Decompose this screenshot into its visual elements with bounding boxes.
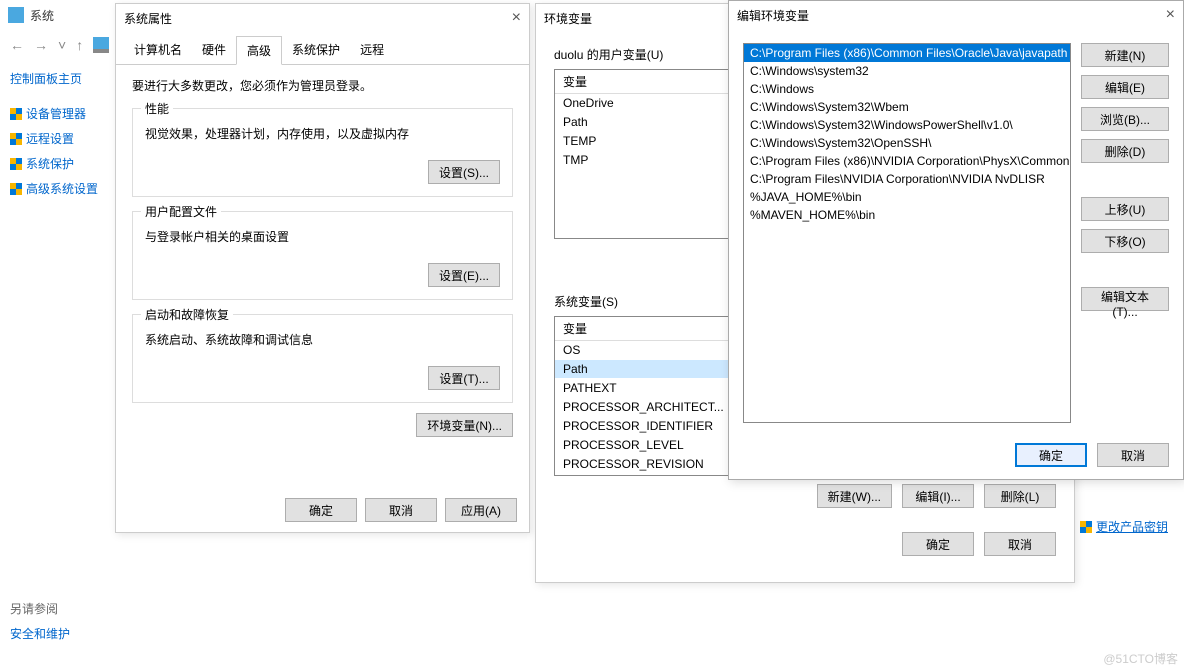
env-ok-button[interactable]: 确定 [902,532,974,556]
list-item[interactable]: C:\Program Files (x86)\Common Files\Orac… [744,44,1070,62]
tab-remote[interactable]: 远程 [350,36,394,64]
list-item[interactable]: C:\Windows [744,80,1070,98]
sys-edit-button[interactable]: 编辑(I)... [902,484,974,508]
close-icon[interactable]: × [512,9,521,27]
profile-settings-button[interactable]: 设置(E)... [428,263,500,287]
list-item[interactable]: C:\Program Files (x86)\NVIDIA Corporatio… [744,152,1070,170]
tab-advanced[interactable]: 高级 [236,36,282,65]
change-product-key-link[interactable]: 更改产品密钥 [1080,518,1168,535]
move-up-button[interactable]: 上移(U) [1081,197,1169,221]
edit-entry-button[interactable]: 编辑(E) [1081,75,1169,99]
env-cancel-button[interactable]: 取消 [984,532,1056,556]
sys-delete-button[interactable]: 删除(L) [984,484,1056,508]
delete-entry-button[interactable]: 删除(D) [1081,139,1169,163]
ok-button[interactable]: 确定 [285,498,357,522]
env-vars-button[interactable]: 环境变量(N)... [416,413,513,437]
monitor-icon [93,37,109,53]
path-listbox[interactable]: C:\Program Files (x86)\Common Files\Orac… [743,43,1071,423]
shield-icon [10,108,22,120]
sysprop-titlebar: 系统属性 × [116,4,529,32]
shield-icon [10,133,22,145]
editvar-cancel-button[interactable]: 取消 [1097,443,1169,467]
cp-home-link[interactable]: 控制面板主页 [10,70,105,87]
watermark: @51CTO博客 [1103,650,1178,667]
sidebar-link-remote[interactable]: 远程设置 [10,130,105,147]
editvar-titlebar: 编辑环境变量 × [729,1,1183,29]
performance-group: 性能 视觉效果，处理器计划，内存使用，以及虚拟内存 设置(S)... [132,108,513,197]
security-maintenance-link[interactable]: 安全和维护 [10,625,70,642]
move-down-button[interactable]: 下移(O) [1081,229,1169,253]
tab-hardware[interactable]: 硬件 [192,36,236,64]
up-icon[interactable]: ↑ [76,37,83,53]
apply-button[interactable]: 应用(A) [445,498,517,522]
list-item[interactable]: C:\Windows\System32\WindowsPowerShell\v1… [744,116,1070,134]
list-item[interactable]: C:\Windows\system32 [744,62,1070,80]
startup-settings-button[interactable]: 设置(T)... [428,366,500,390]
browse-button[interactable]: 浏览(B)... [1081,107,1169,131]
user-profile-group: 用户配置文件 与登录帐户相关的桌面设置 设置(E)... [132,211,513,300]
tab-computer-name[interactable]: 计算机名 [124,36,192,64]
list-item[interactable]: C:\Program Files\NVIDIA Corporation\NVID… [744,170,1070,188]
list-item[interactable]: %MAVEN_HOME%\bin [744,206,1070,224]
sys-new-button[interactable]: 新建(W)... [817,484,892,508]
edit-env-var-dialog: 编辑环境变量 × C:\Program Files (x86)\Common F… [728,0,1184,480]
shield-icon [1080,521,1092,533]
cp-see-also: 另请参阅 安全和维护 [10,600,70,642]
list-item[interactable]: C:\Windows\System32\Wbem [744,98,1070,116]
cp-title: 系统 [30,7,54,24]
tab-protection[interactable]: 系统保护 [282,36,350,64]
system-properties-dialog: 系统属性 × 计算机名 硬件 高级 系统保护 远程 要进行大多数更改，您必须作为… [115,3,530,533]
system-icon [8,7,24,23]
shield-icon [10,183,22,195]
edit-text-button[interactable]: 编辑文本(T)... [1081,287,1169,311]
dropdown-icon[interactable]: ˅ [58,37,66,53]
admin-notice: 要进行大多数更改，您必须作为管理员登录。 [132,77,513,94]
editvar-ok-button[interactable]: 确定 [1015,443,1087,467]
cp-sidebar: 控制面板主页 设备管理器 远程设置 系统保护 高级系统设置 [0,60,115,215]
close-icon[interactable]: × [1166,6,1175,24]
list-item[interactable]: C:\Windows\System32\OpenSSH\ [744,134,1070,152]
cancel-button[interactable]: 取消 [365,498,437,522]
startup-recovery-group: 启动和故障恢复 系统启动、系统故障和调试信息 设置(T)... [132,314,513,403]
sidebar-link-protection[interactable]: 系统保护 [10,155,105,172]
perf-settings-button[interactable]: 设置(S)... [428,160,500,184]
sidebar-link-advanced[interactable]: 高级系统设置 [10,180,105,197]
sidebar-link-device-manager[interactable]: 设备管理器 [10,105,105,122]
forward-icon[interactable]: → [34,37,48,53]
sysprop-tabs: 计算机名 硬件 高级 系统保护 远程 [116,36,529,65]
back-icon[interactable]: ← [10,37,24,53]
shield-icon [10,158,22,170]
new-entry-button[interactable]: 新建(N) [1081,43,1169,67]
list-item[interactable]: %JAVA_HOME%\bin [744,188,1070,206]
